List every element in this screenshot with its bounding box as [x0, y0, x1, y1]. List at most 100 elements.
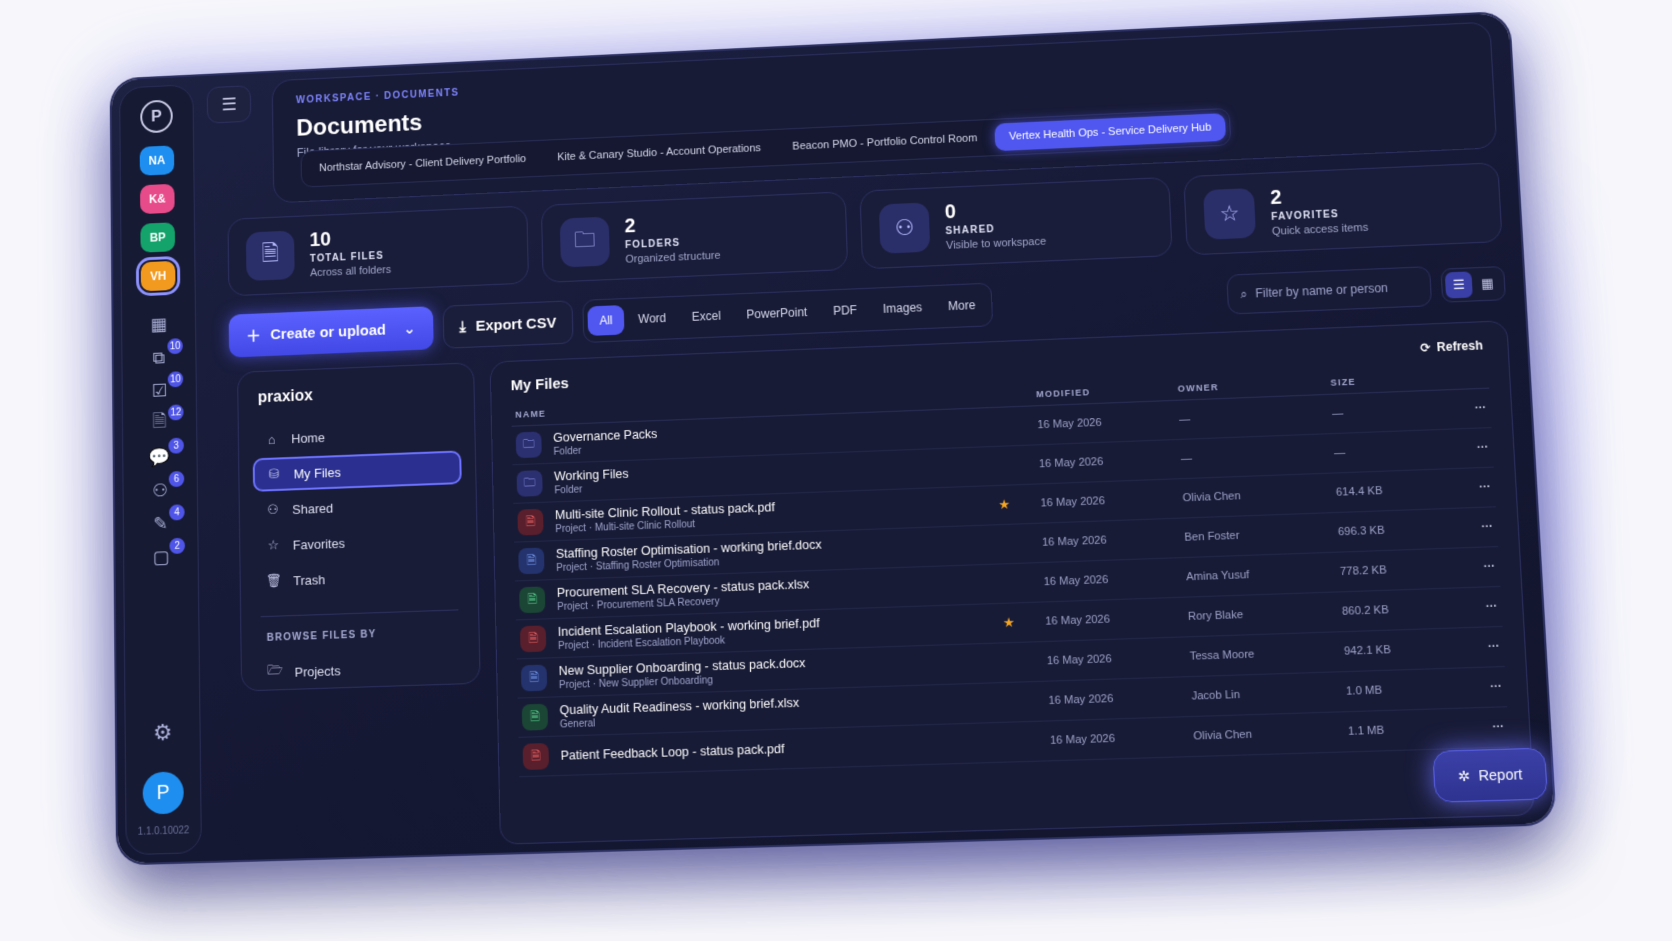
filter-tab-all[interactable]: All — [587, 304, 625, 336]
count-badge: 6 — [166, 468, 187, 490]
owner-cell: Amina Yusuf — [1185, 569, 1250, 584]
stat-label: FAVORITES — [1270, 208, 1340, 223]
projects-icon[interactable]: ⧉ 10 — [142, 336, 185, 373]
workspace-vh-button[interactable]: VH — [135, 255, 181, 297]
search-placeholder: Filter by name or person — [1255, 280, 1389, 301]
tasks-icon[interactable]: ☑ 10 — [143, 369, 186, 406]
breadcrumb-workspace[interactable]: WORKSPACE — [296, 92, 372, 106]
table-body: 🗀 Governance Packs Folder 16 May 2026— — ··· 🗀… — [511, 388, 1510, 778]
favorite-star-icon[interactable]: ★ — [998, 497, 1010, 514]
col-owner[interactable]: OWNER — [1177, 378, 1330, 394]
grid-view-icon[interactable]: ▦ — [1473, 270, 1501, 297]
file-name[interactable]: Governance Packs — [553, 427, 658, 445]
hamburger-menu-button[interactable]: ☰ — [206, 85, 252, 124]
workspace-tab[interactable]: Kite & Canary Studio - Account Operation… — [543, 134, 775, 172]
row-more-icon[interactable]: ··· — [1449, 481, 1491, 495]
rail-bottom: ⚙ P 1.1.0.10022 — [126, 719, 201, 838]
row-more-icon[interactable]: ··· — [1455, 600, 1498, 614]
row-more-icon[interactable]: ··· — [1460, 681, 1502, 695]
file-text: Procurement SLA Recovery - status pack.x… — [557, 577, 810, 613]
file-text: Governance Packs Folder — [553, 427, 658, 458]
refresh-icon: ⟳ — [1419, 340, 1432, 355]
nav-item-trash[interactable]: 🗑 Trash — [254, 557, 464, 598]
export-csv-button[interactable]: ⤓ Export CSV — [442, 300, 574, 349]
stat-label: FOLDERS — [624, 237, 681, 251]
owner-cell: Tessa Moore — [1189, 648, 1255, 663]
filter-tab-more[interactable]: More — [936, 290, 988, 322]
col-size[interactable]: SIZE — [1330, 373, 1443, 388]
file-name[interactable]: Working Files — [554, 466, 629, 483]
row-more-icon[interactable]: ··· — [1462, 721, 1504, 735]
folder-icon: 🗀 — [516, 470, 543, 497]
owner-cell: — — [1180, 452, 1193, 466]
modified-cell: 16 May 2026 — [1046, 653, 1112, 668]
create-or-upload-button[interactable]: ＋ Create or upload ⌄ — [228, 306, 434, 358]
user-avatar[interactable]: P — [142, 771, 184, 815]
owner-cell: Olivia Chen — [1193, 728, 1253, 743]
row-more-icon[interactable]: ··· — [1451, 521, 1493, 535]
nav-item-label: Shared — [292, 500, 334, 517]
nav-item-shared[interactable]: ⚇ Shared — [253, 486, 462, 527]
app-version: 1.1.0.10022 — [137, 825, 190, 838]
messages-icon[interactable]: 💬 3 — [143, 435, 186, 473]
stat-card: ☆ 2 FAVORITES Quick access items — [1183, 162, 1503, 256]
size-cell: 778.2 KB — [1339, 564, 1388, 579]
stat-label: TOTAL FILES — [309, 250, 384, 265]
folder-open-icon: 🗁 — [267, 662, 284, 678]
search-field[interactable]: ⌕ Filter by name or person — [1226, 266, 1433, 315]
workspace-k-button[interactable]: K& — [140, 183, 175, 215]
workspace-na-button[interactable]: NA — [139, 145, 175, 176]
trash-icon: 🗑 — [265, 572, 283, 589]
favorite-star-icon[interactable]: ★ — [1003, 615, 1015, 632]
filter-tab-pdf[interactable]: PDF — [821, 295, 870, 327]
list-view-icon[interactable]: ☰ — [1444, 271, 1473, 299]
size-cell: 614.4 KB — [1335, 484, 1383, 499]
workspace-tab[interactable]: Northstar Advisory - Client Delivery Por… — [305, 145, 540, 183]
count-badge: 2 — [167, 535, 187, 557]
browse-item-projects[interactable]: 🗁 Projects — [255, 649, 466, 690]
file-name[interactable]: Patient Feedback Loop - status pack.pdf — [560, 742, 784, 763]
files-panel: My Files ⟳ Refresh NAME MODIFIED OWNER S… — [489, 320, 1548, 845]
filter-tab-powerpoint[interactable]: PowerPoint — [734, 297, 820, 330]
grid-icon[interactable]: ▦ — [142, 309, 175, 339]
documents-icon[interactable]: 🗎 12 — [143, 402, 186, 440]
report-button[interactable]: ✲ Report — [1432, 747, 1548, 803]
workspace-tab[interactable]: Vertex Health Ops - Service Delivery Hub — [994, 113, 1227, 152]
file-icon: 🗎 — [245, 230, 295, 282]
row-more-icon[interactable]: ··· — [1445, 402, 1487, 416]
file-type-filters: All Word Excel PowerPoint PDF Images More — [582, 282, 994, 344]
filter-tab-word[interactable]: Word — [626, 303, 678, 335]
home-icon: ⌂ — [267, 431, 276, 447]
nav-item-favorites[interactable]: ☆ Favorites — [254, 522, 464, 563]
nav-item-my-files[interactable]: ⛁ My Files — [252, 450, 462, 492]
size-cell: 696.3 KB — [1337, 524, 1385, 539]
row-more-icon[interactable]: ··· — [1458, 640, 1500, 654]
plus-icon: ＋ — [246, 327, 261, 345]
workspace-tab[interactable]: Beacon PMO - Portfolio Control Room — [778, 124, 991, 161]
workspace-bp-button[interactable]: BP — [140, 222, 176, 253]
stat-text: 10 TOTAL FILES Across all folders — [309, 226, 391, 278]
col-actions — [1443, 372, 1485, 384]
app-logo[interactable]: P — [140, 99, 173, 134]
modified-cell: 16 May 2026 — [1038, 455, 1104, 471]
nav-item-home[interactable]: ⌂ Home — [252, 415, 461, 457]
file-context: Folder — [554, 483, 583, 496]
modified-cell: 16 May 2026 — [1041, 534, 1107, 549]
filter-tab-images[interactable]: Images — [870, 292, 934, 324]
stat-text: 2 FOLDERS Organized structure — [624, 211, 720, 265]
filter-tab-excel[interactable]: Excel — [680, 300, 734, 332]
col-modified[interactable]: MODIFIED — [1036, 384, 1178, 399]
pdf-icon: 🗎 — [522, 742, 550, 771]
settings-gear-icon[interactable]: ⚙ — [153, 720, 172, 747]
notes-icon[interactable]: ✎ 4 — [144, 502, 187, 539]
people-icon[interactable]: ⚇ 6 — [144, 468, 187, 506]
workspace-switcher: NA K& BP VH — [135, 145, 181, 301]
docx-icon: 🗎 — [520, 664, 548, 692]
row-more-icon[interactable]: ··· — [1447, 441, 1489, 455]
row-more-icon[interactable]: ··· — [1453, 560, 1495, 574]
modified-cell: 16 May 2026 — [1040, 495, 1106, 510]
nav-item-label: Trash — [293, 571, 326, 588]
archive-icon[interactable]: ▢ 2 — [144, 535, 187, 573]
refresh-button[interactable]: ⟳ Refresh — [1420, 338, 1483, 355]
breadcrumb-documents[interactable]: DOCUMENTS — [384, 88, 459, 102]
